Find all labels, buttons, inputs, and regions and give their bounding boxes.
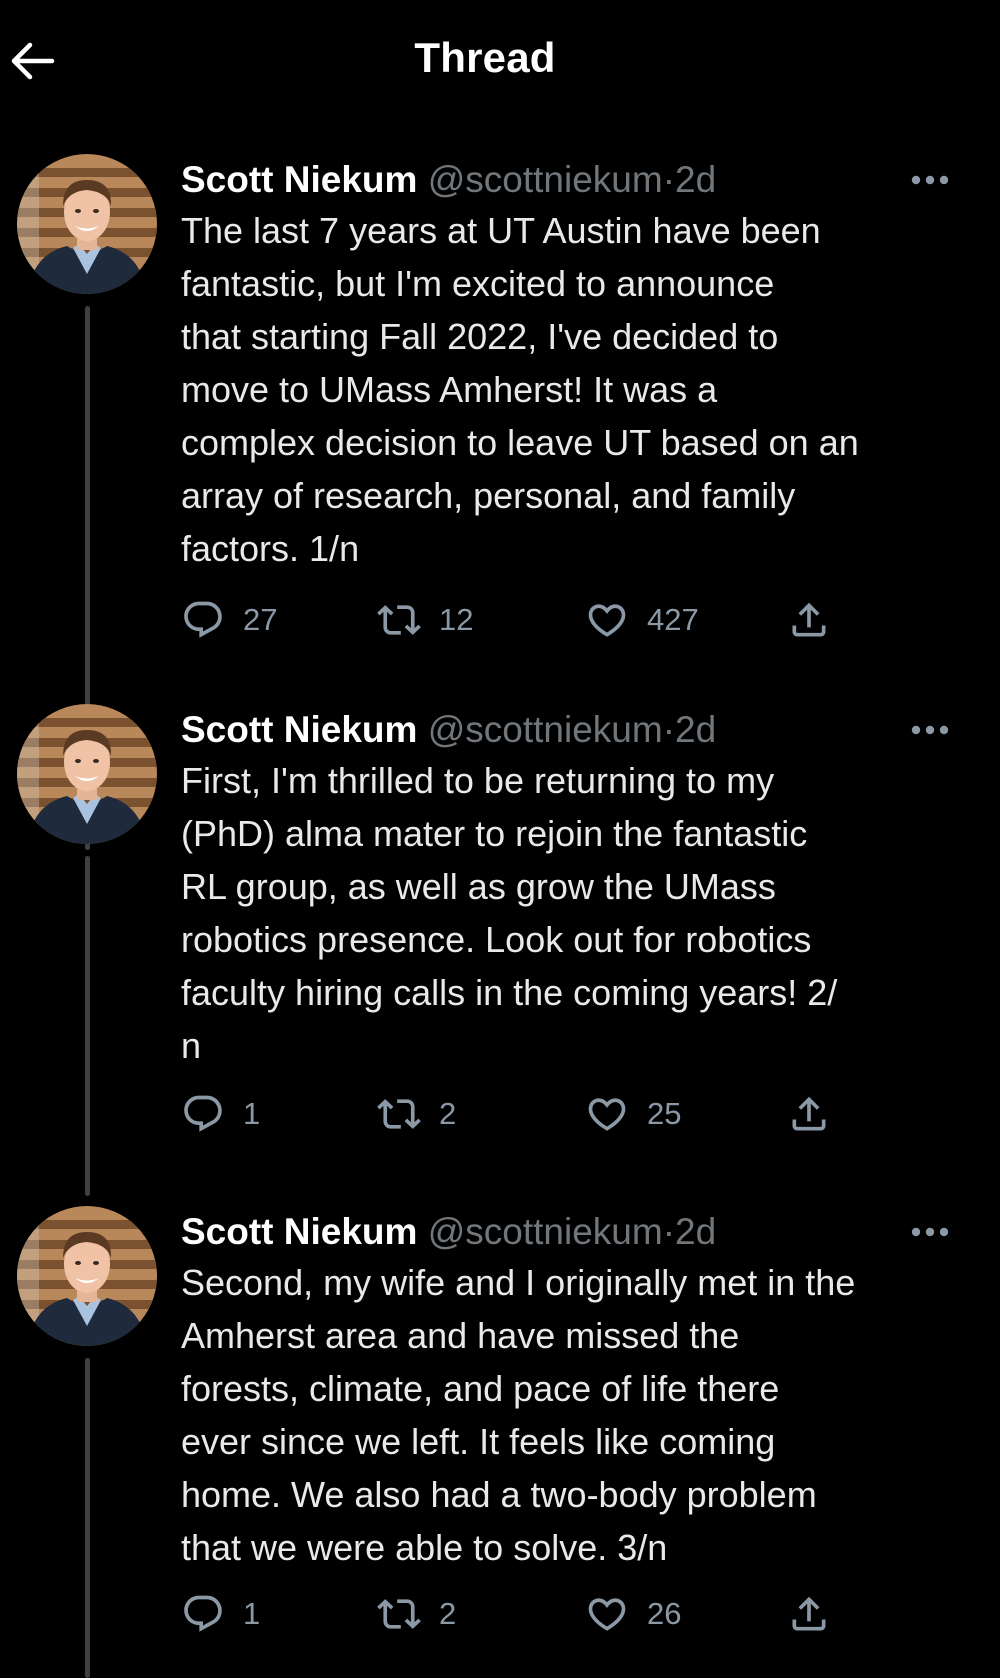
- heart-icon: [585, 598, 629, 642]
- tweet-meta: Scott Niekum @scottniekum·2d: [181, 154, 716, 206]
- retweet-button[interactable]: 2: [377, 1584, 456, 1644]
- meta-separator: ·: [662, 159, 676, 200]
- tweet-actions: 1 2 26: [181, 1584, 961, 1644]
- share-icon: [787, 1592, 831, 1636]
- page-title: Thread: [414, 34, 556, 81]
- avatar-image: [17, 704, 157, 844]
- share-button[interactable]: [787, 1084, 831, 1144]
- more-options-button[interactable]: [904, 160, 956, 200]
- tweet-meta: Scott Niekum @scottniekum·2d: [181, 704, 716, 756]
- author-name[interactable]: Scott Niekum: [181, 1211, 417, 1252]
- retweet-icon: [377, 598, 421, 642]
- avatar[interactable]: [17, 154, 157, 294]
- reply-count: 27: [243, 602, 278, 637]
- author-name[interactable]: Scott Niekum: [181, 709, 417, 750]
- author-handle: @scottniekum: [427, 1211, 663, 1252]
- avatar-image: [17, 1206, 157, 1346]
- reply-count: 1: [243, 1596, 261, 1631]
- tweet-time[interactable]: 2d: [675, 159, 716, 200]
- like-button[interactable]: 427: [585, 590, 699, 650]
- thread-header: Thread: [0, 0, 1000, 124]
- heart-icon: [585, 1592, 629, 1636]
- thread-connector-line: [85, 856, 90, 1196]
- meta-separator: ·: [662, 1211, 676, 1252]
- retweet-button[interactable]: 2: [377, 1084, 456, 1144]
- retweet-button[interactable]: 12: [377, 590, 473, 650]
- like-button[interactable]: 26: [585, 1584, 681, 1644]
- retweet-icon: [377, 1592, 421, 1636]
- reply-icon: [181, 1092, 225, 1136]
- share-button[interactable]: [787, 1584, 831, 1644]
- reply-button[interactable]: 27: [181, 590, 277, 650]
- tweet-time[interactable]: 2d: [675, 709, 716, 750]
- like-count: 25: [647, 1096, 682, 1131]
- avatar[interactable]: [17, 704, 157, 844]
- more-options-icon: [904, 1212, 956, 1252]
- heart-icon: [585, 1092, 629, 1136]
- more-options-button[interactable]: [904, 1212, 956, 1252]
- reply-icon: [181, 598, 225, 642]
- reply-button[interactable]: 1: [181, 1084, 260, 1144]
- retweet-count: 2: [439, 1096, 457, 1131]
- like-button[interactable]: 25: [585, 1084, 681, 1144]
- tweet-time[interactable]: 2d: [675, 1211, 716, 1252]
- avatar[interactable]: [17, 1206, 157, 1346]
- author-handle: @scottniekum: [427, 159, 663, 200]
- tweet-text: First, I'm thrilled to be returning to m…: [181, 760, 838, 1066]
- meta-separator: ·: [662, 709, 676, 750]
- tweet-actions: 1 2 25: [181, 1084, 961, 1144]
- thread-connector-line: [85, 1358, 90, 1678]
- tweet-text: Second, my wife and I originally met in …: [181, 1262, 856, 1568]
- share-icon: [787, 1092, 831, 1136]
- reply-count: 1: [243, 1096, 261, 1131]
- tweet-text: The last 7 years at UT Austin have been …: [181, 210, 859, 569]
- more-options-icon: [904, 160, 956, 200]
- share-button[interactable]: [787, 590, 831, 650]
- author-name[interactable]: Scott Niekum: [181, 159, 417, 200]
- retweet-icon: [377, 1092, 421, 1136]
- retweet-count: 12: [439, 602, 474, 637]
- avatar-image: [17, 154, 157, 294]
- retweet-count: 2: [439, 1596, 457, 1631]
- tweet-meta: Scott Niekum @scottniekum·2d: [181, 1206, 716, 1258]
- like-count: 26: [647, 1596, 682, 1631]
- more-options-icon: [904, 710, 956, 750]
- author-handle: @scottniekum: [427, 709, 663, 750]
- like-count: 427: [647, 602, 699, 637]
- more-options-button[interactable]: [904, 710, 956, 750]
- share-icon: [787, 598, 831, 642]
- tweet-actions: 27 12 427: [181, 590, 961, 650]
- reply-icon: [181, 1592, 225, 1636]
- reply-button[interactable]: 1: [181, 1584, 260, 1644]
